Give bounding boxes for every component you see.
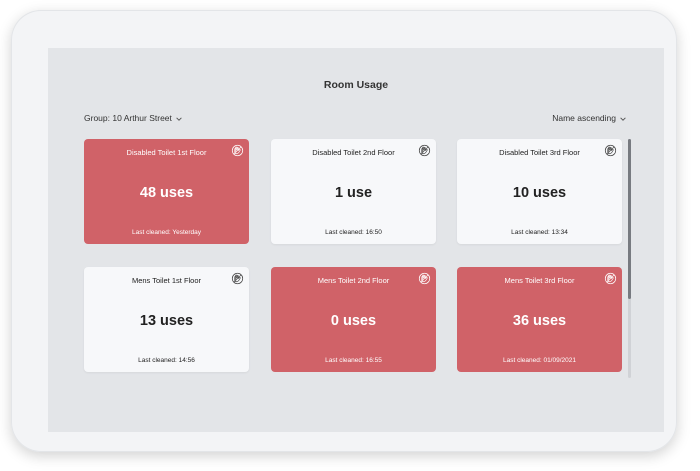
hand-wash-icon: [604, 272, 617, 285]
room-name: Mens Toilet 2nd Floor: [317, 276, 390, 285]
page-title: Room Usage: [323, 79, 389, 91]
group-dropdown-label: Group: 10 Arthur Street: [84, 113, 172, 123]
last-cleaned: Last cleaned: 13:34: [511, 229, 568, 236]
room-name: Disabled Toilet 2nd Floor: [312, 148, 395, 157]
room-card[interactable]: Disabled Toilet 1st Floor 48 uses Last c…: [84, 139, 249, 244]
room-name: Mens Toilet 1st Floor: [131, 276, 202, 285]
last-cleaned: Last cleaned: 16:50: [325, 229, 382, 236]
last-cleaned: Last cleaned: 14:56: [138, 357, 195, 364]
group-dropdown[interactable]: Group: 10 Arthur Street: [84, 113, 183, 123]
hand-wash-icon: [418, 272, 431, 285]
tablet-frame: Room Usage Group: 10 Arthur Street Name …: [11, 10, 677, 452]
usage-count: 36 uses: [512, 313, 567, 329]
usage-count: 10 uses: [512, 185, 567, 201]
room-card[interactable]: Disabled Toilet 2nd Floor 1 use Last cle…: [271, 139, 436, 244]
sort-dropdown-label: Name ascending: [552, 113, 616, 123]
app-screen: Room Usage Group: 10 Arthur Street Name …: [48, 48, 664, 432]
usage-count: 13 uses: [139, 313, 194, 329]
room-name: Mens Toilet 3rd Floor: [504, 276, 575, 285]
hand-wash-icon: [418, 144, 431, 157]
room-card[interactable]: Mens Toilet 2nd Floor 0 uses Last cleane…: [271, 267, 436, 372]
chevron-down-icon: [620, 117, 626, 121]
usage-count: 48 uses: [139, 185, 194, 201]
hand-wash-icon: [604, 144, 617, 157]
hand-wash-icon: [231, 272, 244, 285]
hand-wash-icon: [231, 144, 244, 157]
usage-count: 0 uses: [330, 313, 377, 329]
chevron-down-icon: [176, 117, 182, 121]
last-cleaned: Last cleaned: Yesterday: [131, 229, 202, 236]
scrollbar-track[interactable]: [628, 139, 631, 378]
last-cleaned: Last cleaned: 01/09/2021: [502, 357, 576, 364]
scrollbar-thumb[interactable]: [628, 139, 631, 299]
room-card[interactable]: Disabled Toilet 3rd Floor 10 uses Last c…: [457, 139, 622, 244]
room-name: Disabled Toilet 1st Floor: [126, 148, 207, 157]
last-cleaned: Last cleaned: 16:55: [325, 357, 382, 364]
room-card[interactable]: Mens Toilet 3rd Floor 36 uses Last clean…: [457, 267, 622, 372]
room-card[interactable]: Mens Toilet 1st Floor 13 uses Last clean…: [84, 267, 249, 372]
room-name: Disabled Toilet 3rd Floor: [499, 148, 580, 157]
usage-count: 1 use: [334, 185, 373, 201]
sort-dropdown[interactable]: Name ascending: [552, 113, 627, 123]
